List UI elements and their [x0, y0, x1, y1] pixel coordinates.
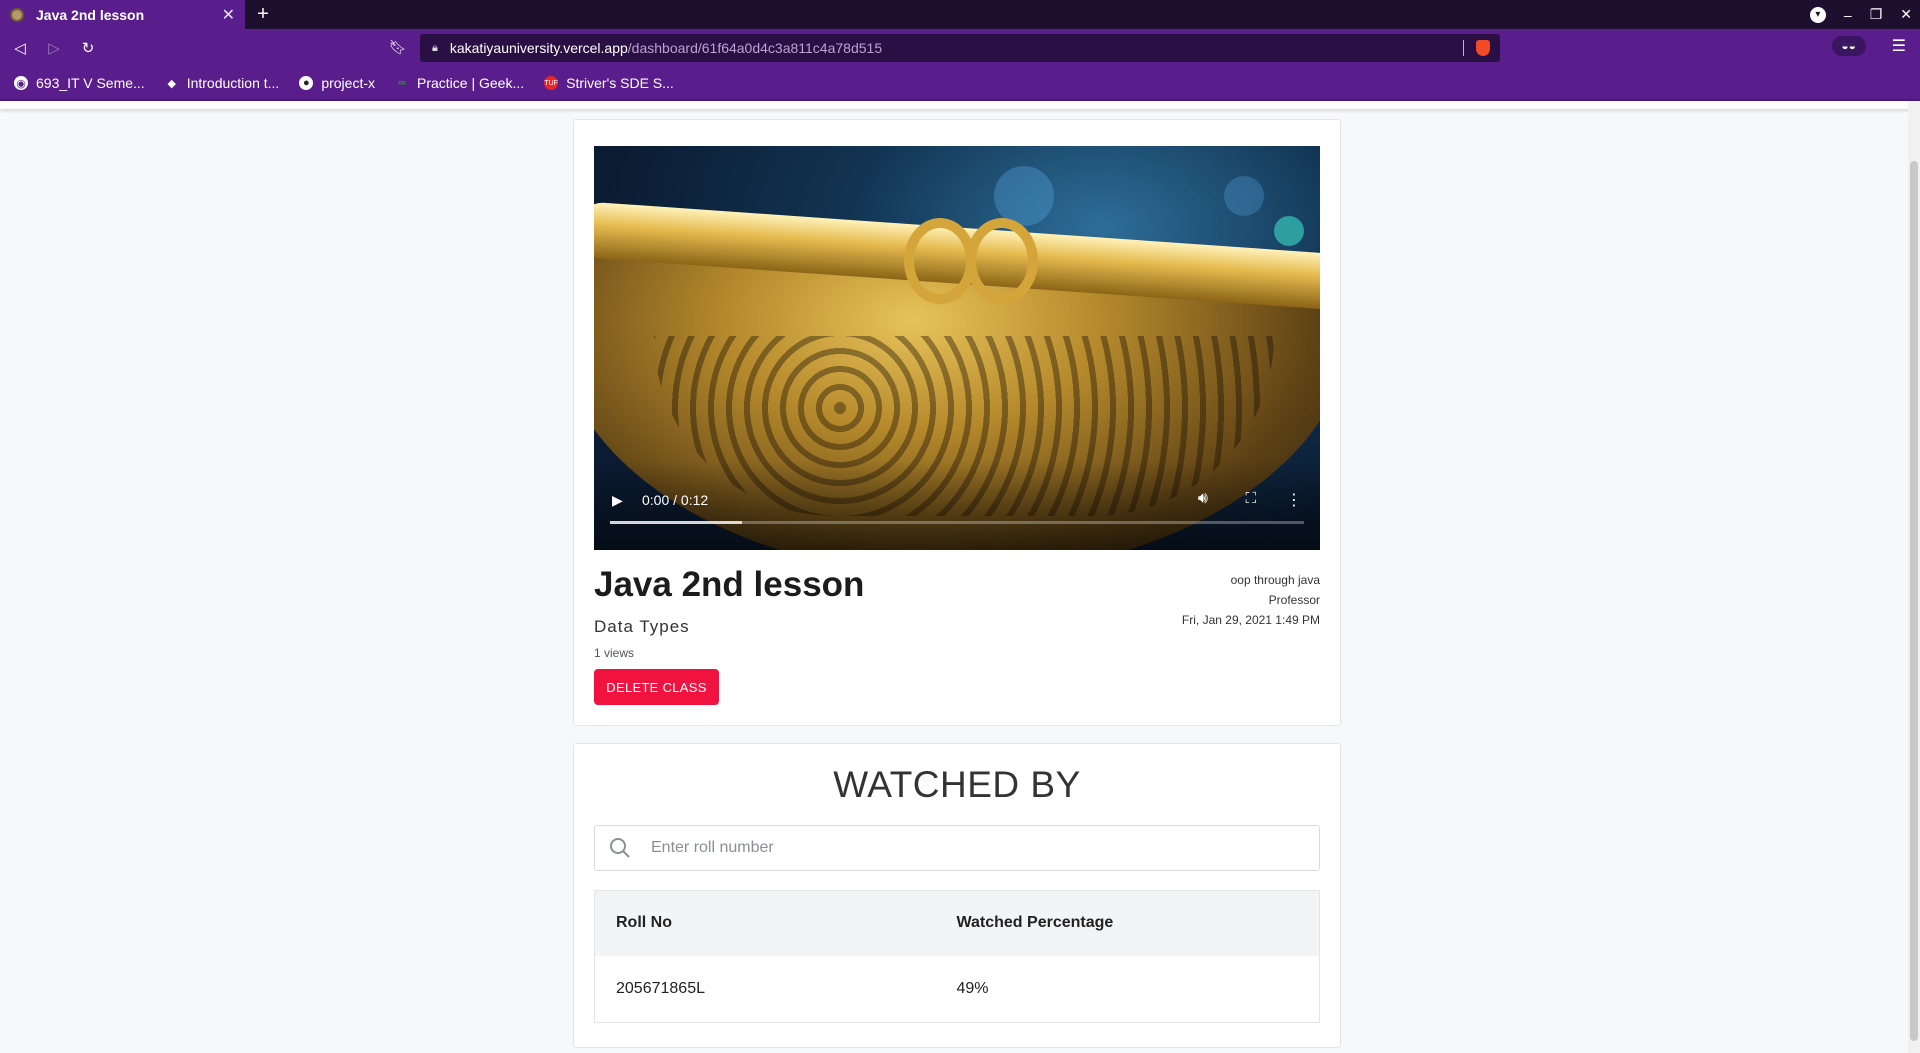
lesson-meta: oop through java Professor Fri, Jan 29, …	[1182, 570, 1320, 630]
video-time: 0:00 / 0:12	[642, 492, 709, 508]
address-separator	[1463, 40, 1464, 56]
watched-percentage-cell: 49%	[935, 955, 1320, 1023]
lesson-title: Java 2nd lesson	[594, 565, 865, 604]
page-header-edge	[0, 101, 1920, 109]
view-count: 1 views	[594, 646, 635, 660]
brave-shields-icon[interactable]	[1476, 40, 1490, 56]
table-header-row: Roll No Watched Percentage	[594, 890, 1320, 956]
gfg-icon: ∞	[398, 77, 406, 89]
window-controls: ▾ – ❐ ✕	[1809, 0, 1912, 29]
course-name: oop through java	[1230, 573, 1320, 587]
tuf-icon: TUF	[544, 76, 559, 90]
delete-class-button[interactable]: DELETE CLASS	[594, 669, 719, 705]
column-header-percentage: Watched Percentage	[935, 890, 1320, 956]
restore-icon[interactable]: ❐	[1870, 6, 1883, 23]
bookmark-label: Practice | Geek...	[417, 75, 525, 91]
bookmark-label: Introduction t...	[186, 75, 280, 91]
browser-tabbar: Java 2nd lesson ✕ + ▾ – ❐ ✕	[0, 0, 1920, 29]
column-header-roll: Roll No	[594, 890, 936, 956]
bookmark-label: project-x	[321, 75, 375, 91]
fullscreen-icon[interactable]: ⛶	[1245, 490, 1256, 507]
video-progress-track[interactable]	[610, 521, 1304, 524]
watched-by-card: WATCHED BY Roll No Watched Percentage 20…	[573, 743, 1341, 1048]
url-path: /dashboard/61f64a0d4c3a811c4a78d515	[627, 40, 883, 56]
roll-number-input[interactable]	[645, 839, 1319, 857]
address-bar[interactable]: 🔒︎ kakatiyauniversity.vercel.app/dashboa…	[420, 34, 1500, 62]
back-icon[interactable]: ◁	[6, 34, 34, 62]
tab-close-icon[interactable]: ✕	[222, 5, 235, 25]
forward-icon[interactable]: ▷	[40, 34, 68, 62]
private-glasses-icon[interactable]: ◒◒	[1831, 36, 1866, 56]
new-tab-button[interactable]: +	[245, 0, 281, 29]
volume-icon[interactable]: 🔊︎	[1198, 490, 1208, 508]
roll-number-cell: 205671865L	[594, 955, 936, 1023]
downloads-icon[interactable]: ▾	[1809, 6, 1826, 23]
page-scrollbar[interactable]	[1908, 101, 1920, 1053]
close-window-icon[interactable]: ✕	[1900, 6, 1912, 23]
browser-tab[interactable]: Java 2nd lesson ✕	[0, 0, 245, 29]
video-bokeh	[994, 166, 1054, 226]
more-options-icon[interactable]: ⋮	[1286, 490, 1302, 510]
ethereum-icon: ◆	[167, 77, 176, 90]
tab-title: Java 2nd lesson	[36, 6, 145, 23]
reload-icon[interactable]: ↻	[74, 34, 102, 62]
author-role: Professor	[1268, 593, 1320, 607]
video-buffered-bar	[610, 521, 742, 524]
watched-table: Roll No Watched Percentage 205671865L 49…	[594, 890, 1320, 1023]
bookmark-label: Striver's SDE S...	[566, 75, 674, 91]
lesson-date: Fri, Jan 29, 2021 1:49 PM	[1181, 613, 1320, 627]
url-host: kakatiyauniversity.vercel.app	[449, 40, 628, 56]
roll-search	[594, 825, 1320, 871]
page-content: ▶ 0:00 / 0:12 🔊︎ ⛶ ⋮ Java 2nd lesson Dat…	[0, 101, 1920, 1053]
bookmark-item[interactable]: TUF Striver's SDE S...	[544, 75, 674, 91]
bookmark-label: 693_IT V Seme...	[36, 75, 145, 91]
bookmark-page-icon[interactable]: 🔖︎	[389, 39, 407, 56]
lesson-subtitle: Data Types	[594, 617, 690, 636]
bookmark-item[interactable]: ∞ Practice | Geek...	[395, 75, 524, 91]
video-player[interactable]: ▶ 0:00 / 0:12 🔊︎ ⛶ ⋮	[594, 146, 1320, 550]
github-icon: ●	[299, 76, 314, 90]
watched-by-title: WATCHED BY	[833, 764, 1081, 805]
menu-icon[interactable]: ☰	[1892, 36, 1906, 56]
bookmark-item[interactable]: ◉ 693_IT V Seme...	[14, 75, 145, 91]
toolbar-right: ◒◒ ☰	[1831, 36, 1906, 56]
globe-icon: ◉	[14, 76, 28, 90]
table-row: 205671865L 49%	[594, 955, 1320, 1023]
search-icon	[595, 837, 645, 859]
video-bokeh	[1224, 176, 1264, 216]
video-controls: ▶ 0:00 / 0:12 🔊︎ ⛶ ⋮	[594, 480, 1320, 550]
lesson-card: ▶ 0:00 / 0:12 🔊︎ ⛶ ⋮ Java 2nd lesson Dat…	[573, 119, 1341, 726]
browser-toolbar: ◁ ▷ ↻ 🔖︎ 🔒︎ kakatiyauniversity.vercel.ap…	[0, 29, 1920, 67]
video-frame-ring	[966, 218, 1038, 304]
video-bokeh	[1274, 216, 1304, 246]
play-icon[interactable]: ▶	[612, 492, 623, 509]
minimize-icon[interactable]: –	[1844, 7, 1852, 23]
scrollbar-thumb[interactable]	[1910, 161, 1918, 1041]
bookmark-item[interactable]: ◆ Introduction t...	[165, 75, 280, 91]
bookmark-item[interactable]: ● project-x	[299, 75, 375, 91]
lock-icon: 🔒︎	[432, 41, 438, 54]
bookmarks-bar: ◉ 693_IT V Seme... ◆ Introduction t... ●…	[0, 67, 1920, 101]
site-favicon-icon	[10, 7, 24, 22]
